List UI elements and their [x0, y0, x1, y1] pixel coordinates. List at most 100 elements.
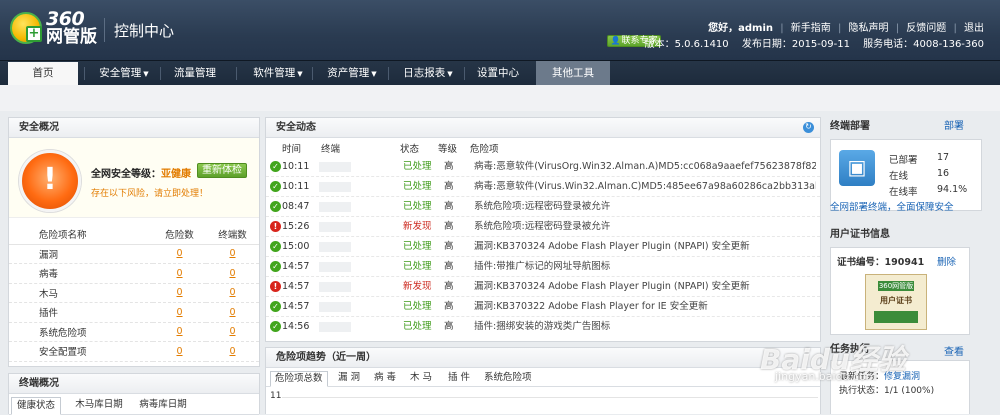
tab-system-risks[interactable]: 系统危险项 [484, 371, 532, 387]
security-level-label: 全网安全等级： [91, 169, 161, 180]
event-time: 08:47 [282, 201, 310, 212]
greeting: 您好，admin [708, 23, 773, 34]
risk-count-link[interactable]: 0 [153, 263, 206, 284]
terminal-name-blurred [319, 202, 351, 212]
nav-security[interactable]: 安全管理 ▼ [88, 61, 160, 86]
col-time: 时间 [282, 144, 302, 155]
security-level: 全网安全等级：亚健康 [91, 165, 191, 180]
nav-logs[interactable]: 日志报表 ▼ [390, 61, 466, 86]
terminal-overview-panel: 终端概况 健康状态 木马库日期 病毒库日期 [8, 373, 260, 415]
stat-label: 在线率 [889, 187, 918, 198]
event-time: 14:56 [282, 321, 310, 332]
risk-count-link[interactable]: 0 [153, 244, 206, 264]
event-item: 插件:捆绑安装的游戏类广告图标 [474, 321, 611, 332]
nav-assets[interactable]: 资产管理 ▼ [314, 61, 390, 86]
security-dynamics-title: 安全动态 [266, 118, 820, 138]
risk-count-link[interactable]: 0 [153, 341, 206, 362]
table-row[interactable]: ✓ 14:56 已处理 高 插件:捆绑安装的游戏类广告图标 [266, 317, 820, 337]
terminal-count-link[interactable]: 0 [206, 283, 259, 303]
check-icon: ✓ [270, 321, 281, 332]
delete-certificate-link[interactable]: 删除 [937, 254, 956, 268]
terminal-name-blurred [319, 162, 351, 172]
table-row[interactable]: ! 14:57 新发现 高 漏洞:KB370324 Adobe Flash Pl… [266, 277, 820, 297]
check-icon: ✓ [270, 201, 281, 212]
table-row: 木马 0 0 [9, 283, 259, 303]
caret-down-icon: ▼ [297, 70, 303, 78]
security-level-value: 亚健康 [161, 169, 191, 180]
event-level: 高 [444, 221, 454, 232]
feedback-link[interactable]: 反馈问题 [906, 23, 946, 34]
risk-name: 漏洞 [9, 244, 154, 264]
tab-health-status[interactable]: 健康状态 [11, 397, 61, 415]
table-row[interactable]: ✓ 10:11 已处理 高 病毒:恶意软件(VirusOrg.Win32.Alm… [266, 157, 820, 177]
event-item: 病毒:恶意软件(Virus.Win32.Alman.C)MD5:485ee67a… [474, 181, 816, 192]
nav-traffic[interactable]: 流量管理 [162, 61, 228, 86]
risk-count-link[interactable]: 0 [153, 322, 206, 342]
deploy-link[interactable]: 部署 [944, 117, 964, 137]
tab-plugins[interactable]: 插 件 [448, 371, 470, 387]
risk-name: 系统危险项 [9, 322, 154, 342]
risk-count-link[interactable]: 0 [153, 302, 206, 323]
certificate-image[interactable]: 360网管版 用户证书 [865, 274, 927, 330]
check-icon: ✓ [270, 261, 281, 272]
tab-vulnerabilities[interactable]: 漏 洞 [338, 371, 360, 387]
nav-software[interactable]: 软件管理 ▼ [238, 61, 318, 86]
recheck-button[interactable]: 重新体检 [197, 163, 247, 178]
nav-divider [160, 67, 161, 80]
tab-total-risks[interactable]: 危险项总数 [270, 371, 328, 387]
security-status-area: ! 全网安全等级：亚健康 重新体检 存在以下风险，请立即处理！ [9, 138, 259, 218]
nav-divider [312, 67, 313, 80]
terminal-name-blurred [319, 222, 351, 232]
refresh-icon[interactable]: ↻ [803, 122, 814, 133]
header-info: 版本：5.0.6.1410 发布日期：2015-09-11 服务电话：4008-… [635, 35, 984, 50]
watermark-url: jingyan.baidu.com [775, 370, 877, 383]
guide-link[interactable]: 新手指南 [791, 23, 831, 34]
nav-home[interactable]: 首页 [8, 62, 78, 86]
terminal-count-link[interactable]: 0 [206, 341, 259, 362]
event-status: 新发现 [403, 281, 432, 292]
tab-trojan-db-date[interactable]: 木马库日期 [69, 397, 129, 415]
nav-label: 安全管理 [99, 67, 142, 79]
table-row[interactable]: ✓ 10:11 已处理 高 病毒:恶意软件(Virus.Win32.Alman.… [266, 177, 820, 197]
terminal-count-link[interactable]: 0 [206, 322, 259, 342]
risk-table: 危险项名称 危险数 终端数 漏洞 0 0 病毒 0 0 木马 0 0 插件 0 0 系统危险项 0… [9, 224, 259, 362]
event-level: 高 [444, 241, 454, 252]
privacy-link[interactable]: 隐私声明 [849, 23, 889, 34]
logo-icon: + [10, 12, 42, 44]
stat-label: 已部署 [889, 155, 918, 166]
tab-trojans[interactable]: 木 马 [410, 371, 432, 387]
trend-y-axis-top: 11 [270, 391, 282, 401]
caret-down-icon: ▼ [371, 70, 377, 78]
logout-link[interactable]: 退出 [964, 23, 984, 34]
table-row[interactable]: ✓ 15:00 已处理 高 漏洞:KB370324 Adobe Flash Pl… [266, 237, 820, 257]
terminal-count-link[interactable]: 0 [206, 244, 259, 264]
online-stat: 在线 16 [889, 168, 949, 182]
deploy-all-link[interactable]: 全网部署终端，全面保障安全 [830, 199, 954, 213]
event-status: 已处理 [403, 181, 432, 192]
nav-divider [236, 67, 237, 80]
table-row[interactable]: ✓ 14:57 已处理 高 插件:带推广标记的网址导航图标 [266, 257, 820, 277]
version-text: 版本：5.0.6.1410 [644, 39, 729, 50]
table-row: 漏洞 0 0 [9, 244, 259, 264]
table-row[interactable]: ✓ 14:57 已处理 高 漏洞:KB370322 Adobe Flash Pl… [266, 297, 820, 317]
terminal-tabs: 健康状态 木马库日期 病毒库日期 [9, 395, 259, 415]
nav-other-tools[interactable]: 其他工具 [536, 61, 610, 86]
terminal-count-link[interactable]: 0 [206, 302, 259, 323]
risk-count-link[interactable]: 0 [153, 283, 206, 303]
table-row[interactable]: ✓ 08:47 已处理 高 系统危险项:远程密码登录被允许 [266, 197, 820, 217]
logo-subtext: 网管版 [46, 27, 97, 47]
nav-settings[interactable]: 设置中心 [466, 61, 530, 86]
event-item: 系统危险项:远程密码登录被允许 [474, 221, 611, 232]
certificate-panel: 用户证书信息 证书编号：190941 删除 360网管版 用户证书 [826, 225, 992, 335]
header-divider [104, 18, 105, 42]
table-row[interactable]: ! 15:26 新发现 高 系统危险项:远程密码登录被允许 [266, 217, 820, 237]
terminal-count-link[interactable]: 0 [206, 263, 259, 284]
terminal-name-blurred [319, 262, 351, 272]
event-status: 已处理 [403, 321, 432, 332]
tab-virus-db-date[interactable]: 病毒库日期 [133, 397, 193, 415]
tab-viruses[interactable]: 病 毒 [374, 371, 396, 387]
certificate-title: 用户证书信息 [830, 229, 890, 240]
view-task-link[interactable]: 查看 [944, 343, 964, 358]
risk-trend-tabs: 危险项总数 漏 洞 病 毒 木 马 插 件 系统危险项 [266, 369, 820, 387]
nav-label: 其他工具 [552, 67, 594, 79]
